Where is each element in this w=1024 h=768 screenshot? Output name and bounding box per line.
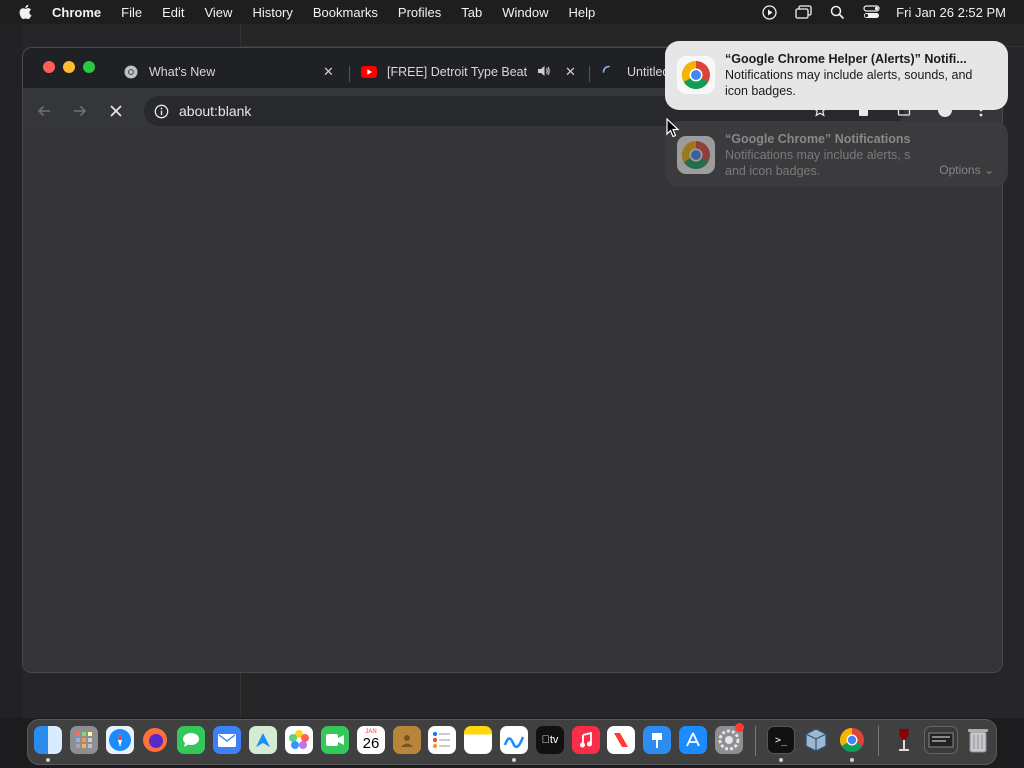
dock: JAN 26 tv >_ bbox=[27, 719, 997, 765]
apple-tv-icon[interactable]: tv bbox=[536, 726, 564, 754]
youtube-icon bbox=[361, 64, 377, 80]
freeform-icon[interactable] bbox=[500, 726, 528, 754]
options-label: Options bbox=[939, 163, 981, 177]
screen-thumbnail-icon[interactable] bbox=[924, 726, 958, 754]
menu-clock[interactable]: Fri Jan 26 2:52 PM bbox=[896, 5, 1006, 20]
page-content[interactable] bbox=[23, 134, 1002, 672]
menu-window[interactable]: Window bbox=[502, 5, 548, 20]
contacts-icon[interactable] bbox=[393, 726, 421, 754]
mouse-cursor-icon bbox=[666, 118, 680, 138]
tab-title: [FREE] Detroit Type Beat bbox=[387, 65, 527, 79]
stop-loading-icon[interactable] bbox=[106, 101, 126, 121]
menu-edit[interactable]: Edit bbox=[162, 5, 184, 20]
forward-arrow-icon[interactable] bbox=[70, 101, 90, 121]
menu-bookmarks[interactable]: Bookmarks bbox=[313, 5, 378, 20]
spotlight-search-icon[interactable] bbox=[828, 4, 846, 20]
now-playing-icon[interactable] bbox=[760, 4, 778, 20]
maps-icon[interactable] bbox=[249, 726, 277, 754]
site-info-icon[interactable] bbox=[153, 103, 169, 119]
menu-history[interactable]: History bbox=[252, 5, 292, 20]
news-icon[interactable] bbox=[607, 726, 635, 754]
messages-icon[interactable] bbox=[177, 726, 205, 754]
back-arrow-icon[interactable] bbox=[34, 101, 54, 121]
tab-detroit-type-beat[interactable]: [FREE] Detroit Type Beat ✕ bbox=[353, 56, 583, 88]
mail-icon[interactable] bbox=[213, 726, 241, 754]
loading-spinner-icon bbox=[601, 64, 617, 80]
tab-title: What's New bbox=[149, 65, 216, 79]
tv-label: tv bbox=[542, 734, 559, 746]
tab-close-icon[interactable]: ✕ bbox=[323, 64, 334, 80]
app-store-icon[interactable] bbox=[679, 726, 707, 754]
facetime-icon[interactable] bbox=[321, 726, 349, 754]
safari-icon[interactable] bbox=[106, 726, 134, 754]
photos-icon[interactable] bbox=[285, 726, 313, 754]
menu-file[interactable]: File bbox=[121, 5, 142, 20]
virtualbox-icon[interactable] bbox=[802, 726, 830, 754]
speaker-icon[interactable] bbox=[537, 65, 551, 80]
fullscreen-window-button[interactable] bbox=[83, 61, 95, 73]
calendar-day: 26 bbox=[362, 734, 380, 752]
tab-close-icon[interactable]: ✕ bbox=[565, 64, 576, 80]
tab-title: Untitled bbox=[627, 65, 670, 79]
screen-mirroring-icon[interactable] bbox=[794, 4, 812, 20]
tab-separator bbox=[349, 66, 350, 82]
notification-chrome-helper-alerts[interactable]: “Google Chrome Helper (Alerts)” Notifi..… bbox=[665, 41, 1008, 110]
notification-body: Notifications may include alerts, sounds… bbox=[725, 68, 973, 98]
tab-whats-new[interactable]: What's New ✕ bbox=[115, 56, 345, 88]
url-text[interactable]: about:blank bbox=[179, 103, 251, 119]
menu-view[interactable]: View bbox=[204, 5, 232, 20]
finder-icon[interactable] bbox=[34, 726, 62, 754]
reminders-icon[interactable] bbox=[428, 726, 456, 754]
notification-chrome[interactable]: “Google Chrome” Notifications Notificati… bbox=[665, 121, 1008, 187]
chrome-dock-icon[interactable] bbox=[838, 726, 866, 754]
music-icon[interactable] bbox=[572, 726, 600, 754]
tab-separator bbox=[589, 66, 590, 82]
running-indicator bbox=[512, 758, 516, 762]
calendar-icon[interactable]: JAN 26 bbox=[357, 726, 385, 754]
chrome-logo-icon bbox=[123, 64, 139, 80]
running-indicator bbox=[46, 758, 50, 762]
wine-icon[interactable] bbox=[890, 726, 918, 754]
launchpad-icon[interactable] bbox=[70, 726, 98, 754]
menu-help[interactable]: Help bbox=[569, 5, 596, 20]
chrome-app-icon bbox=[677, 136, 715, 174]
background-sidebar bbox=[0, 24, 22, 718]
chrome-app-icon bbox=[677, 56, 715, 94]
notification-body: Notifications may include alerts, s and … bbox=[725, 148, 911, 177]
trash-icon[interactable] bbox=[964, 726, 992, 754]
notification-badge bbox=[735, 723, 744, 732]
dock-separator bbox=[878, 726, 879, 756]
apple-menu-icon[interactable] bbox=[18, 4, 36, 20]
terminal-icon[interactable]: >_ bbox=[767, 726, 795, 754]
notification-title: “Google Chrome” Notifications bbox=[725, 132, 911, 146]
notification-options-button[interactable]: Options ⌄ bbox=[939, 163, 994, 177]
menu-app-name[interactable]: Chrome bbox=[52, 5, 101, 20]
menu-bar: Chrome File Edit View History Bookmarks … bbox=[0, 0, 1024, 24]
close-window-button[interactable] bbox=[43, 61, 55, 73]
running-indicator bbox=[779, 758, 783, 762]
menu-tab[interactable]: Tab bbox=[461, 5, 482, 20]
firefox-icon[interactable] bbox=[141, 726, 169, 754]
minimize-window-button[interactable] bbox=[63, 61, 75, 73]
notes-icon[interactable] bbox=[464, 726, 492, 754]
dock-separator bbox=[755, 726, 756, 756]
keynote-icon[interactable] bbox=[643, 726, 671, 754]
menu-profiles[interactable]: Profiles bbox=[398, 5, 441, 20]
running-indicator bbox=[850, 758, 854, 762]
control-center-icon[interactable] bbox=[862, 4, 880, 20]
notification-title: “Google Chrome Helper (Alerts)” Notifi..… bbox=[725, 52, 967, 66]
